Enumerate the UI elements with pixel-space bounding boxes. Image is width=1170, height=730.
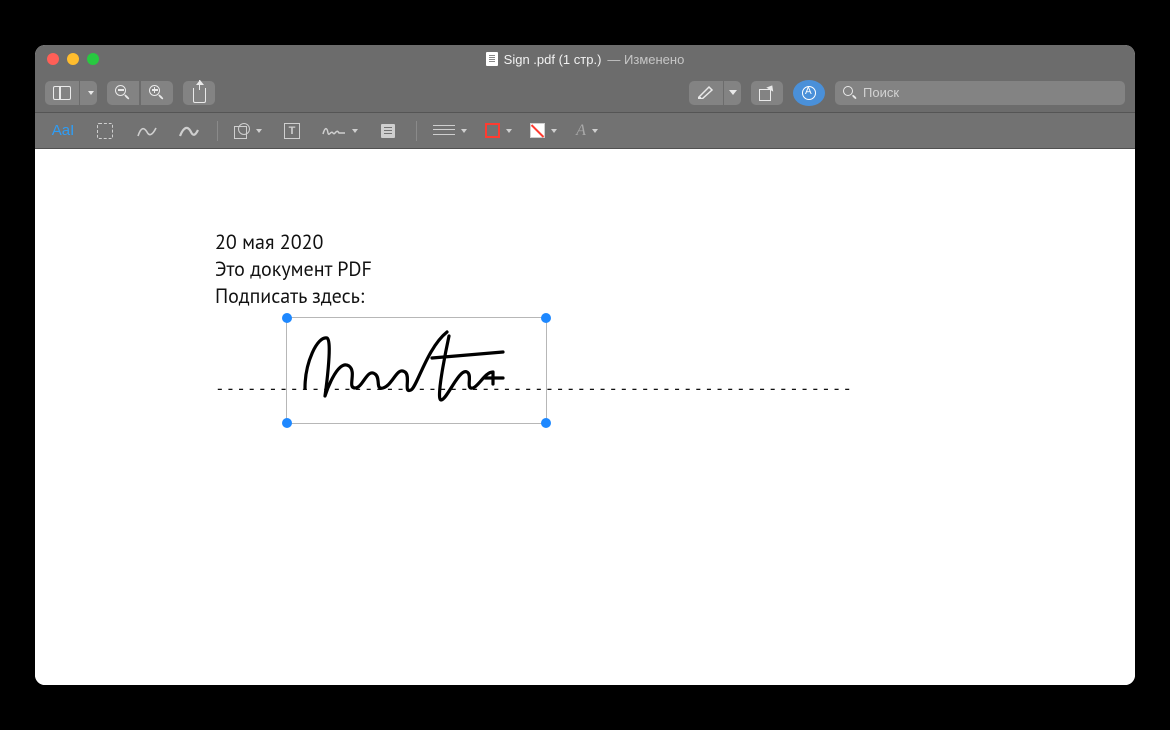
- chevron-down-icon: [551, 129, 557, 133]
- toolbar-divider: [217, 121, 218, 141]
- shapes-tool[interactable]: [232, 118, 264, 144]
- markup-toggle-button[interactable]: [793, 80, 825, 106]
- font-style-picker[interactable]: A: [573, 118, 601, 144]
- chevron-down-icon: [729, 90, 737, 95]
- titlebar: Sign .pdf (1 стр.) — Изменено: [35, 45, 1135, 73]
- resize-handle-top-left[interactable]: [282, 313, 292, 323]
- window-title-sep: —: [607, 52, 624, 67]
- text-box-icon: T: [284, 123, 300, 139]
- chevron-down-icon: [592, 129, 598, 133]
- note-icon: [381, 124, 395, 138]
- selection-icon: [97, 123, 113, 139]
- window-title-status: Изменено: [624, 52, 684, 67]
- fullscreen-window-button[interactable]: [87, 53, 99, 65]
- toolbar-divider: [416, 121, 417, 141]
- search-icon: [843, 86, 857, 100]
- sketch-tool[interactable]: [133, 118, 161, 144]
- border-color-picker[interactable]: [483, 118, 514, 144]
- search-placeholder: Поиск: [863, 85, 899, 100]
- search-field[interactable]: Поиск: [835, 81, 1125, 105]
- window-controls: [47, 53, 99, 65]
- signature-icon: [322, 124, 346, 138]
- share-icon: [193, 88, 206, 103]
- line-weight-icon: [433, 125, 455, 137]
- draw-tool[interactable]: [175, 118, 203, 144]
- zoom-out-icon: [115, 85, 131, 101]
- document-text-block: 20 мая 2020 Это документ PDF Подписать з…: [215, 229, 372, 310]
- border-color-icon: [485, 123, 500, 138]
- text-box-tool[interactable]: T: [278, 118, 306, 144]
- rectangular-selection-tool[interactable]: [91, 118, 119, 144]
- sidebar-icon: [53, 86, 71, 100]
- sketch-icon: [137, 124, 157, 138]
- text-selection-icon: AaI: [52, 122, 75, 139]
- fill-color-icon: [530, 123, 545, 138]
- font-style-icon: A: [576, 122, 586, 140]
- shapes-icon: [234, 123, 250, 139]
- signature-annotation[interactable]: [286, 317, 547, 424]
- document-icon: [486, 52, 498, 66]
- document-canvas[interactable]: 20 мая 2020 Это документ PDF Подписать з…: [35, 149, 1135, 685]
- zoom-out-button[interactable]: [107, 81, 139, 105]
- sidebar-toggle-button[interactable]: [45, 81, 97, 105]
- chevron-down-icon: [352, 129, 358, 133]
- sign-tool[interactable]: [320, 118, 360, 144]
- minimize-window-button[interactable]: [67, 53, 79, 65]
- rotate-icon: [759, 85, 775, 101]
- window-title-filename: Sign .pdf (1 стр.): [504, 52, 602, 67]
- highlight-button[interactable]: [689, 81, 741, 105]
- document-sign-line: Подписать здесь:: [215, 283, 372, 310]
- window-title: Sign .pdf (1 стр.) — Изменено: [35, 45, 1135, 73]
- share-button[interactable]: [183, 81, 215, 105]
- document-title-line: Это документ PDF: [215, 256, 372, 283]
- main-toolbar: Поиск: [35, 73, 1135, 113]
- chevron-down-icon: [506, 129, 512, 133]
- chevron-down-icon: [88, 91, 94, 95]
- note-tool[interactable]: [374, 118, 402, 144]
- rotate-button[interactable]: [751, 81, 783, 105]
- zoom-in-button[interactable]: [141, 81, 173, 105]
- preview-window: Sign .pdf (1 стр.) — Изменено: [35, 45, 1135, 685]
- resize-handle-bottom-right[interactable]: [541, 418, 551, 428]
- markup-toolbar: AaI T: [35, 113, 1135, 149]
- text-selection-tool[interactable]: AaI: [49, 118, 77, 144]
- markup-icon: [802, 86, 816, 100]
- close-window-button[interactable]: [47, 53, 59, 65]
- resize-handle-top-right[interactable]: [541, 313, 551, 323]
- signature-glyph: [297, 318, 537, 418]
- chevron-down-icon: [461, 129, 467, 133]
- line-weight-picker[interactable]: [431, 118, 469, 144]
- chevron-down-icon: [256, 129, 262, 133]
- highlighter-icon: [697, 85, 715, 101]
- draw-icon: [179, 124, 199, 138]
- fill-color-picker[interactable]: [528, 118, 559, 144]
- resize-handle-bottom-left[interactable]: [282, 418, 292, 428]
- zoom-in-icon: [149, 85, 165, 101]
- document-date-line: 20 мая 2020: [215, 229, 372, 256]
